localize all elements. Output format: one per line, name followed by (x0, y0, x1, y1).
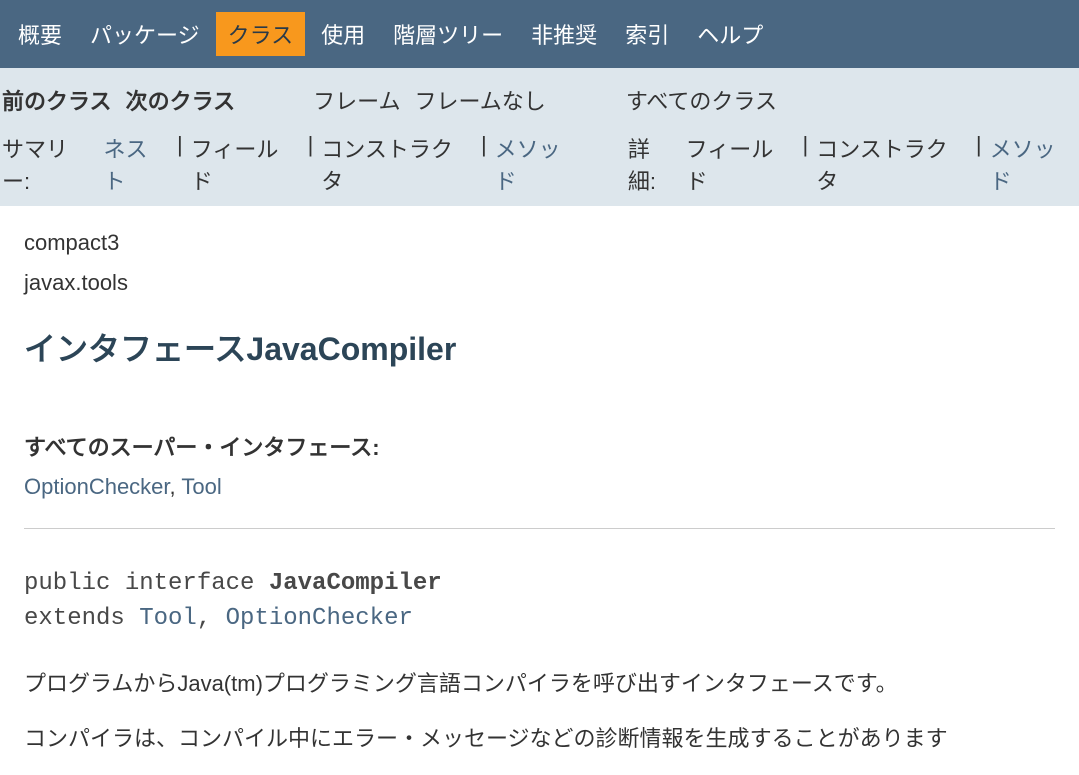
spacer (590, 132, 620, 196)
summary-constr: コンストラクタ (321, 132, 473, 196)
subnav-row-1: 前のクラス 次のクラス フレーム フレームなし すべてのクラス (2, 80, 1077, 130)
detail-constr: コンストラクタ (816, 132, 968, 196)
spacer (560, 84, 612, 116)
page-title: インタフェースJavaCompiler (24, 324, 1055, 370)
optionchecker-link[interactable]: OptionChecker (24, 474, 170, 499)
sig-name: JavaCompiler (269, 570, 442, 597)
next-class-link[interactable]: 次のクラス (126, 84, 236, 116)
main-content: compact3 javax.tools インタフェースJavaCompiler… (0, 206, 1079, 757)
sep: , (197, 605, 226, 632)
top-nav: 概要 パッケージ クラス 使用 階層ツリー 非推奨 索引 ヘルプ (0, 0, 1079, 68)
spacer (249, 84, 299, 116)
sep: | (481, 132, 487, 196)
nav-use[interactable]: 使用 (309, 12, 377, 56)
profile-label: compact3 (24, 230, 1055, 256)
package-label: javax.tools (24, 270, 1055, 296)
description-paragraph-2: コンパイラは、コンパイル中にエラー・メッセージなどの診断情報を生成することがあり… (24, 720, 1055, 757)
summary-label: サマリー: (2, 132, 95, 196)
detail-method-link[interactable]: メソッド (990, 132, 1077, 196)
sep: | (308, 132, 314, 196)
summary-method-link[interactable]: メソッド (495, 132, 582, 196)
superinterfaces-label: すべてのスーパー・インタフェース: (24, 430, 1055, 462)
summary-detail-row: サマリー: ネスト | フィールド | コンストラクタ | メソッド 詳細: フ… (2, 130, 1077, 206)
sig-optionchecker-link[interactable]: OptionChecker (226, 605, 413, 632)
nav-class[interactable]: クラス (216, 12, 306, 56)
superinterfaces-links: OptionChecker, Tool (24, 474, 1055, 500)
detail-label: 詳細: (628, 132, 678, 196)
nav-package[interactable]: パッケージ (78, 12, 212, 56)
frames-link[interactable]: フレーム (313, 84, 400, 116)
nav-deprecated[interactable]: 非推奨 (519, 12, 609, 56)
sep: | (802, 132, 808, 196)
sep: | (177, 132, 183, 196)
tool-link[interactable]: Tool (181, 474, 221, 499)
type-signature: public interface JavaCompiler extends To… (24, 567, 1055, 637)
summary-field: フィールド (191, 132, 300, 196)
sep: | (976, 132, 982, 196)
detail-field: フィールド (686, 132, 795, 196)
nav-help[interactable]: ヘルプ (685, 12, 775, 56)
divider (24, 528, 1055, 529)
sig-extends: extends (24, 605, 139, 632)
sig-modifiers: public interface (24, 570, 269, 597)
sep: , (170, 474, 182, 499)
summary-nested-link[interactable]: ネスト (103, 132, 169, 196)
nav-overview[interactable]: 概要 (6, 12, 74, 56)
sub-nav: 前のクラス 次のクラス フレーム フレームなし すべてのクラス サマリー: ネス… (0, 68, 1079, 206)
nav-index[interactable]: 索引 (613, 12, 681, 56)
noframes-link[interactable]: フレームなし (414, 84, 545, 116)
prev-class-link[interactable]: 前のクラス (2, 84, 112, 116)
description-paragraph-1: プログラムからJava(tm)プログラミング言語コンパイラを呼び出すインタフェー… (24, 665, 1055, 702)
allclasses-link[interactable]: すべてのクラス (626, 84, 777, 116)
sig-tool-link[interactable]: Tool (139, 605, 197, 632)
nav-tree[interactable]: 階層ツリー (381, 12, 515, 56)
